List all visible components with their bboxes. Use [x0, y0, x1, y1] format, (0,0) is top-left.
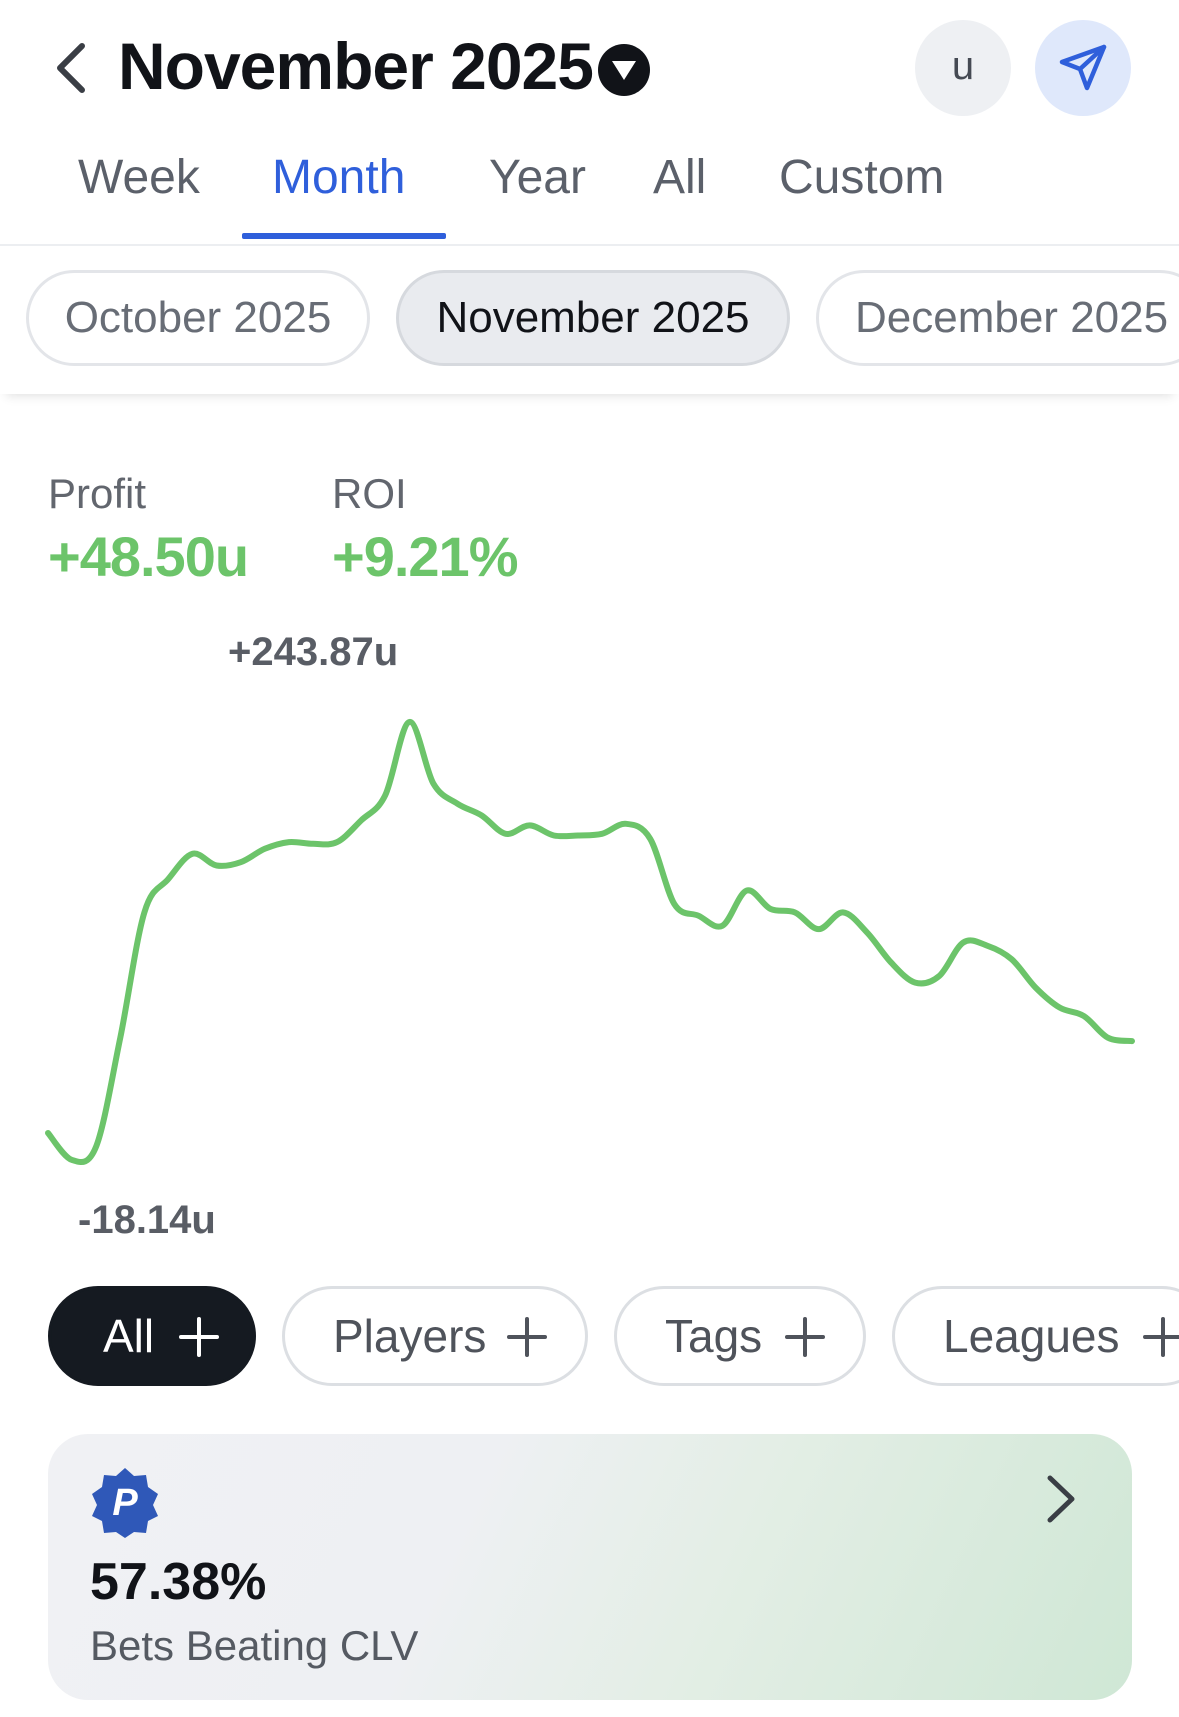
filter-all-button[interactable]: All: [48, 1286, 256, 1386]
filter-players-button[interactable]: Players: [282, 1286, 588, 1386]
chevron-right-icon[interactable]: [1044, 1472, 1078, 1526]
plus-icon: [507, 1317, 547, 1357]
clv-card[interactable]: P 57.38% Bets Beating CLV: [48, 1434, 1132, 1700]
filter-leagues-label: Leagues: [943, 1310, 1120, 1362]
filter-leagues-button[interactable]: Leagues: [892, 1286, 1179, 1386]
badge-letter: P: [112, 1482, 138, 1524]
profit-series-line: [45, 719, 1135, 1166]
filter-players-label: Players: [333, 1310, 487, 1362]
filter-tags-label: Tags: [665, 1310, 763, 1362]
chart-min-label: -18.14u: [78, 1198, 216, 1242]
p-badge-icon: P: [92, 1468, 158, 1538]
plus-icon: [1143, 1317, 1179, 1357]
chart-max-label: +243.87u: [228, 630, 399, 674]
plus-icon: [179, 1317, 219, 1357]
filter-all-label: All: [103, 1310, 155, 1362]
plus-icon: [785, 1317, 825, 1357]
clv-value: 57.38%: [90, 1553, 267, 1611]
clv-label: Bets Beating CLV: [90, 1622, 419, 1669]
filter-tags-button[interactable]: Tags: [614, 1286, 866, 1386]
filter-chips: All Players Tags Leagues: [0, 1286, 1179, 1388]
